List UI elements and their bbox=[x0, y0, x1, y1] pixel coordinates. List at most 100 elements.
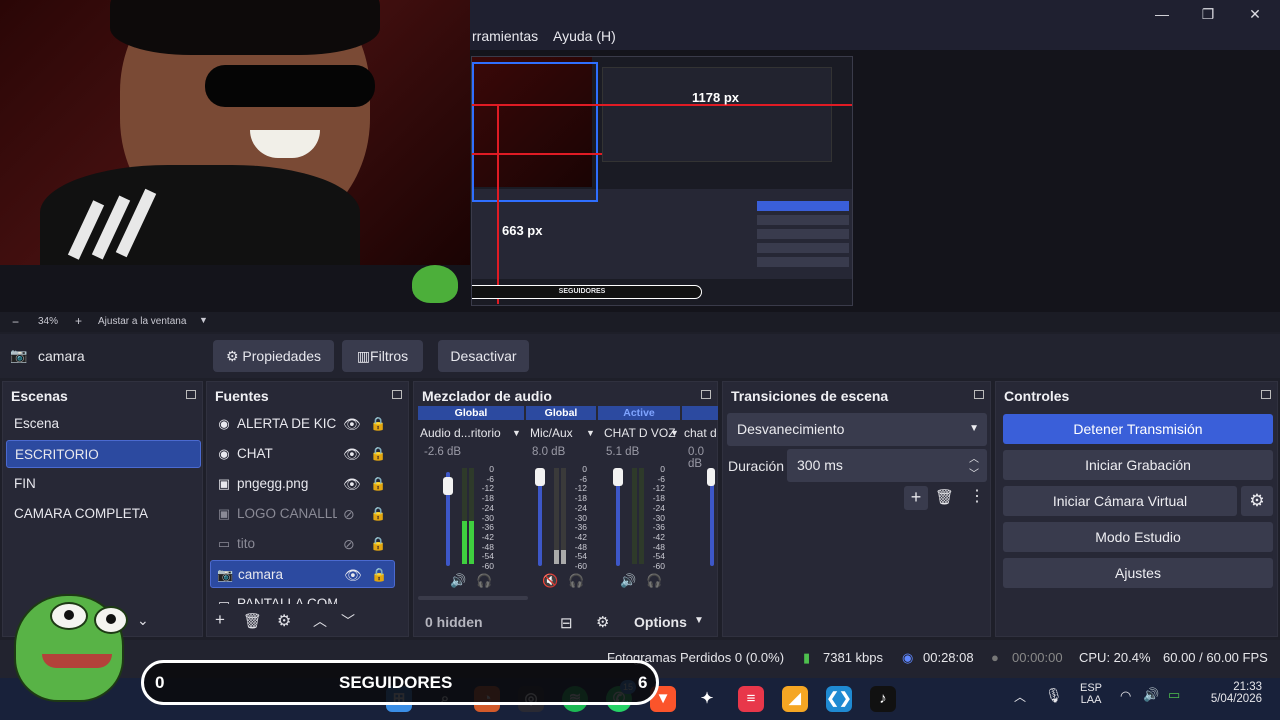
chevron-down-icon[interactable]: ▼ bbox=[199, 315, 208, 325]
eye-off-icon[interactable]: ⊘ bbox=[343, 530, 355, 558]
clock[interactable]: 21:33 5/04/2026 bbox=[1204, 681, 1262, 705]
menu-ayuda[interactable]: Ayuda (H) bbox=[553, 28, 616, 44]
chevron-down-icon[interactable]: ▼ bbox=[694, 615, 704, 626]
settings-button[interactable]: Ajustes bbox=[1003, 558, 1273, 588]
microphone-icon[interactable]: 🎙 bbox=[1045, 687, 1063, 704]
gear-icon[interactable]: ⚙ bbox=[277, 611, 291, 631]
volume-fader[interactable] bbox=[538, 472, 542, 566]
headphones-icon[interactable]: 🎧 bbox=[568, 573, 584, 589]
source-item[interactable]: ◉ ALERTA DE KICK 👁 🔒 bbox=[210, 410, 395, 438]
volume-fader[interactable] bbox=[616, 472, 620, 566]
wifi-icon[interactable]: ◠ bbox=[1120, 688, 1131, 704]
gear-icon[interactable]: ⚙ bbox=[1241, 486, 1273, 516]
app-icon[interactable]: ✦ bbox=[694, 686, 720, 712]
minimize-button[interactable]: — bbox=[1148, 4, 1176, 24]
headphones-icon[interactable]: 🎧 bbox=[646, 573, 662, 589]
scene-item[interactable]: FIN bbox=[6, 470, 201, 498]
lock-icon[interactable]: 🔒 bbox=[371, 561, 387, 589]
zoom-in-button[interactable]: + bbox=[75, 314, 82, 328]
fit-window-button[interactable]: Ajustar a la ventana bbox=[98, 316, 186, 327]
fader-knob[interactable] bbox=[443, 477, 453, 495]
lock-icon[interactable]: 🔒 bbox=[370, 440, 386, 468]
hidden-count[interactable]: 0 hidden bbox=[425, 614, 483, 630]
lock-icon[interactable]: 🔒 bbox=[370, 500, 386, 528]
scene-item[interactable]: CAMARA COMPLETA bbox=[6, 500, 201, 528]
battery-icon[interactable]: ▭ bbox=[1168, 687, 1180, 703]
language-indicator[interactable]: ESP LAA bbox=[1080, 682, 1102, 706]
add-source-button[interactable]: + bbox=[215, 610, 225, 630]
source-label: PANTALLA COMP bbox=[237, 596, 337, 604]
more-vertical-icon[interactable]: ⋮ bbox=[969, 486, 985, 506]
volume-icon[interactable]: 🔊 bbox=[1143, 687, 1159, 703]
scene-item-selected[interactable]: ESCRITORIO bbox=[6, 440, 201, 468]
trash-icon[interactable]: 🗑 bbox=[243, 612, 262, 630]
dock-float-icon[interactable] bbox=[701, 390, 711, 399]
options-button[interactable]: Options bbox=[634, 614, 687, 630]
dock-float-icon[interactable] bbox=[1261, 390, 1271, 399]
properties-button[interactable]: ⚙ Propiedades bbox=[213, 340, 334, 372]
scene-item[interactable]: Escena bbox=[6, 410, 201, 438]
chevron-up-icon[interactable]: ︿ bbox=[1014, 688, 1026, 705]
settings-icon[interactable]: ⚙ bbox=[596, 613, 609, 631]
channel-db: -2.6 dB bbox=[424, 446, 462, 458]
lock-icon[interactable]: 🔒 bbox=[370, 530, 386, 558]
fader-knob[interactable] bbox=[613, 468, 623, 486]
chevron-down-icon[interactable]: ﹀ bbox=[969, 465, 979, 480]
chevron-down-icon[interactable]: ▼ bbox=[586, 428, 595, 438]
vscode-icon[interactable]: ❮❯ bbox=[826, 686, 852, 712]
source-item-hidden[interactable]: ▭ tito ⊘ 🔒 bbox=[210, 530, 395, 558]
stop-stream-button[interactable]: Detener Transmisión bbox=[1003, 414, 1273, 444]
eye-icon[interactable]: 👁 bbox=[343, 470, 361, 498]
level-meter bbox=[469, 468, 474, 564]
lock-icon[interactable]: 🔒 bbox=[370, 410, 386, 438]
source-item-hidden[interactable]: ▣ LOGO CANALLL ⊘ 🔒 bbox=[210, 500, 395, 528]
dock-float-icon[interactable] bbox=[392, 390, 402, 399]
chevron-down-icon[interactable]: ⌄ bbox=[137, 612, 149, 629]
app-icon[interactable]: ≡ bbox=[738, 686, 764, 712]
source-item[interactable]: ▭ PANTALLA COMP bbox=[210, 590, 395, 604]
speaker-muted-icon[interactable]: 🔇 bbox=[542, 573, 558, 589]
eye-icon[interactable]: 👁 bbox=[343, 440, 361, 468]
tiktok-icon[interactable]: ♪ bbox=[870, 686, 896, 712]
source-item[interactable]: ▣ pngegg.png 👁 🔒 bbox=[210, 470, 395, 498]
duration-input[interactable]: 300 ms bbox=[787, 449, 987, 482]
volume-fader[interactable] bbox=[710, 472, 714, 566]
chevron-down-icon[interactable]: ▼ bbox=[512, 428, 521, 438]
eye-off-icon[interactable]: ⊘ bbox=[343, 500, 355, 528]
nested-preview bbox=[602, 67, 832, 162]
eye-icon[interactable]: 👁 bbox=[344, 561, 362, 589]
zoom-out-button[interactable]: − bbox=[12, 315, 19, 329]
layout-icon[interactable]: ⊟ bbox=[560, 614, 573, 632]
start-recording-button[interactable]: Iniciar Grabación bbox=[1003, 450, 1273, 480]
fader-knob[interactable] bbox=[535, 468, 545, 486]
desktop-capture-source[interactable]: 1178 px 663 px SEGUIDORES bbox=[471, 56, 853, 306]
chevron-up-icon[interactable]: ︿ bbox=[313, 611, 327, 631]
meter-fill bbox=[561, 549, 566, 564]
add-transition-button[interactable]: + bbox=[904, 486, 928, 510]
headphones-icon[interactable]: 🎧 bbox=[476, 573, 492, 589]
source-item[interactable]: ◉ CHAT 👁 🔒 bbox=[210, 440, 395, 468]
fader-knob[interactable] bbox=[707, 468, 715, 486]
maximize-button[interactable]: ❐ bbox=[1194, 4, 1222, 24]
deactivate-button[interactable]: Desactivar bbox=[438, 340, 529, 372]
app-icon[interactable]: ◢ bbox=[782, 686, 808, 712]
source-item-selected[interactable]: 📷 camara 👁 🔒 bbox=[210, 560, 395, 588]
chevron-up-icon[interactable]: ︿ bbox=[969, 450, 979, 465]
close-button[interactable]: ✕ bbox=[1241, 4, 1269, 24]
speaker-icon[interactable]: 🔊 bbox=[620, 573, 636, 589]
dock-float-icon[interactable] bbox=[974, 390, 984, 399]
mixer-scrollbar[interactable] bbox=[418, 596, 528, 600]
webcam-source[interactable] bbox=[0, 0, 470, 265]
transition-select[interactable]: Desvanecimiento ▼ bbox=[727, 413, 987, 446]
eye-icon[interactable]: 👁 bbox=[343, 410, 361, 438]
lock-icon[interactable]: 🔒 bbox=[370, 470, 386, 498]
studio-mode-button[interactable]: Modo Estudio bbox=[1003, 522, 1273, 552]
virtual-camera-button[interactable]: Iniciar Cámara Virtual bbox=[1003, 486, 1237, 516]
chevron-down-icon[interactable]: ▼ bbox=[670, 428, 679, 438]
filters-button[interactable]: ▥Filtros bbox=[342, 340, 423, 372]
speaker-icon[interactable]: 🔊 bbox=[450, 573, 466, 589]
dock-float-icon[interactable] bbox=[186, 390, 196, 399]
trash-icon[interactable]: 🗑 bbox=[935, 488, 954, 506]
chevron-down-icon[interactable]: ﹀ bbox=[341, 611, 355, 631]
menu-herramientas[interactable]: rramientas bbox=[472, 28, 538, 44]
